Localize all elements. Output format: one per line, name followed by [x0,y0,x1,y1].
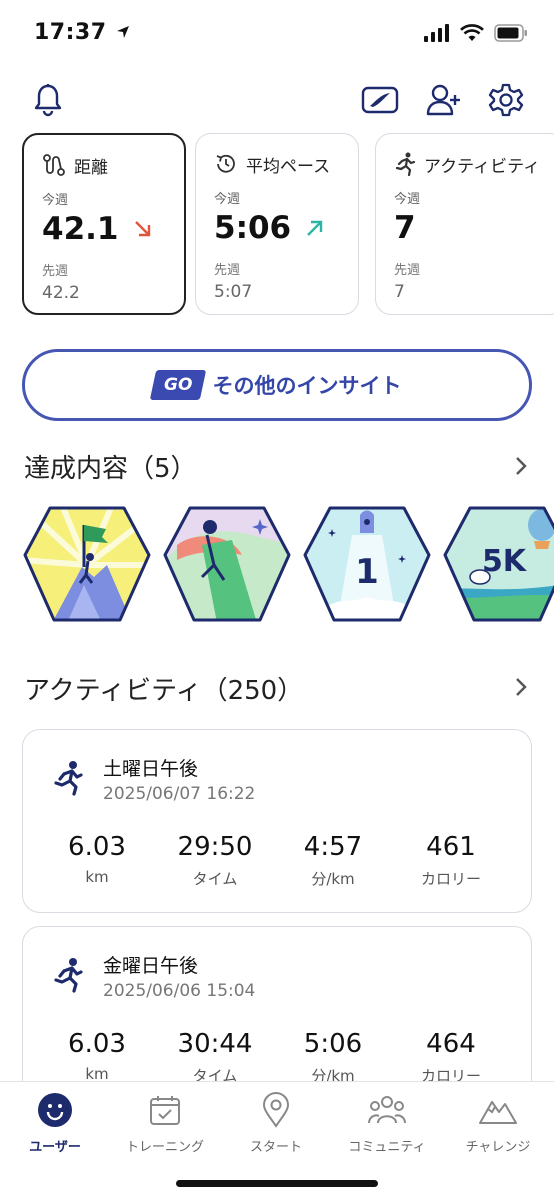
badge-number: 1 [355,552,379,592]
nav-start[interactable]: スタート [221,1090,331,1160]
location-pin-icon [256,1090,296,1130]
this-week-label: 今週 [394,192,421,207]
stat-value: 5:06 [214,210,292,246]
badge-5k-text: 5K [482,544,528,579]
stat-value: 42.1 [42,211,119,247]
metric-pace: 5:06 分/km [303,1029,363,1085]
activities-chevron-right-icon[interactable] [510,676,532,698]
runner-icon [54,761,83,796]
last-week-label: 先週 [394,263,421,278]
status-bar: 17:37 [0,0,554,70]
metric-distance: 6.03 km [68,1029,126,1083]
stats-carousel[interactable]: 距離 今週 42.1 先週 42.2 平均ペース 今週 5:06 先週 5:07… [22,133,554,315]
mountain-icon [478,1090,518,1130]
trend-down-icon [134,221,150,237]
status-indicators [424,24,528,42]
stat-card-activities[interactable]: アクティビティ 今週 7 先週 7 [375,133,554,315]
5k-badge-icon[interactable]: 5K [442,505,554,623]
stat-label: アクティビティ [424,156,541,177]
this-week-label: 今週 [214,192,241,207]
go-badge: GO [149,370,206,400]
stat-card-pace[interactable]: 平均ペース 今週 5:06 先週 5:07 [195,133,359,315]
status-time: 17:37 [34,20,131,45]
calendar-check-icon [145,1090,185,1130]
signal-icon [424,24,449,42]
bell-icon[interactable] [28,80,68,120]
metric-distance: 6.03 km [68,832,126,886]
trend-up-icon [307,220,323,236]
nav-training[interactable]: トレーニング [110,1090,220,1160]
last-week-label: 先週 [42,264,69,279]
rocket-first-badge-icon[interactable]: 1 [302,505,432,623]
brand-logo-icon[interactable] [360,80,400,120]
achievements-carousel[interactable]: 1 5K [22,505,554,625]
last-week-value: 7 [394,282,405,302]
more-insights-label: その他のインサイト [212,374,402,398]
stat-card-distance[interactable]: 距離 今週 42.1 先週 42.2 [22,133,186,315]
user-face-icon [35,1090,75,1130]
location-arrow-icon [116,26,129,38]
summit-flag-badge-icon[interactable] [22,505,152,623]
nav-user[interactable]: ユーザー [0,1090,110,1160]
this-week-label: 今週 [42,193,69,208]
last-week-value: 5:07 [214,282,253,302]
gear-icon[interactable] [486,80,526,120]
last-week-value: 42.2 [42,283,80,303]
activity-title: 金曜日午後 [103,955,199,977]
metric-time: 30:44 タイム [177,1029,253,1085]
home-indicator [176,1180,378,1187]
app-header [0,70,554,130]
more-insights-button[interactable]: GO その他のインサイト [22,349,532,421]
activity-title: 土曜日午後 [103,758,199,780]
runner-icon [54,958,83,993]
stat-label: 距離 [74,157,108,178]
last-week-label: 先週 [214,263,241,278]
achievements-chevron-right-icon[interactable] [510,455,532,477]
stat-value: 7 [394,210,416,246]
nav-community[interactable]: コミュニティ [332,1090,442,1160]
runner-icon [395,152,416,176]
metric-calories: 461 カロリー [420,832,481,888]
activity-date: 2025/06/06 15:04 [103,981,256,1001]
activity-card[interactable]: 土曜日午後 2025/06/07 16:22 6.03 km 29:50 タイム… [22,729,532,913]
wifi-icon [460,24,484,41]
metric-calories: 464 カロリー [420,1029,481,1085]
runner-ribbon-badge-icon[interactable] [162,505,292,623]
activity-date: 2025/06/07 16:22 [103,784,256,804]
community-icon [367,1090,407,1130]
activities-title: アクティビティ（250） [24,676,304,706]
stat-label: 平均ペース [246,156,331,177]
battery-icon [494,24,527,42]
add-user-icon[interactable] [424,80,464,120]
nav-challenge[interactable]: チャレンジ [443,1090,553,1160]
achievements-title: 達成内容（5） [24,454,197,484]
route-icon [43,154,65,176]
metric-time: 29:50 タイム [177,832,253,888]
pace-clock-icon [216,154,235,173]
metric-pace: 4:57 分/km [303,832,363,888]
